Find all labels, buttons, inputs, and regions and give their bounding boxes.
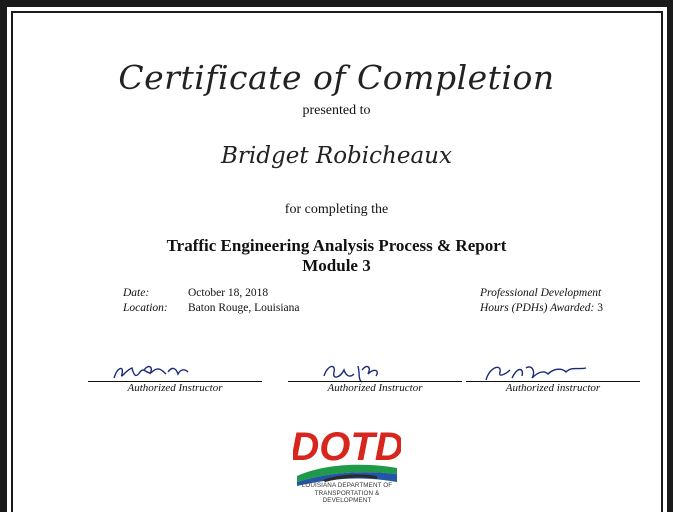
date-label: Date:: [123, 287, 150, 299]
presented-to-text: presented to: [302, 103, 371, 118]
date-location-block: Date: October 18, 2018 Location: Baton Rou…: [123, 286, 299, 316]
logo-subtitle: LOUISIANA DEPARTMENT OF TRANSPORTATION &…: [293, 482, 401, 505]
pdh-block: Professional Development Hours (PDHs) Aw…: [480, 286, 603, 316]
course-title-line1: Traffic Engineering Analysis Process & R…: [166, 236, 507, 255]
signature-1-caption: Authorized Instructor: [127, 382, 223, 394]
logo-subtitle-line1: LOUISIANA DEPARTMENT OF: [301, 482, 393, 489]
signature-3-caption: Authorized instructor: [505, 382, 601, 394]
location-value: Baton Rouge, Louisiana: [188, 302, 300, 314]
course-title: Traffic Engineering Analysis Process & R…: [0, 236, 673, 276]
signature-block-2: Authorized Instructor: [288, 362, 462, 402]
logo-subtitle-line2: TRANSPORTATION & DEVELOPMENT: [314, 489, 380, 505]
pdh-value: 3: [597, 302, 603, 314]
recipient-name: Bridget Robicheaux: [221, 143, 452, 169]
pdh-label-line2: Hours (PDHs) Awarded:: [480, 302, 595, 314]
signature-block-3: Authorized instructor: [466, 362, 640, 402]
signature-2-caption: Authorized Instructor: [327, 382, 423, 394]
pdh-label-line1: Professional Development: [480, 287, 602, 299]
location-label: Location:: [123, 302, 168, 314]
date-value: October 18, 2018: [188, 287, 269, 299]
course-module: Module 3: [302, 256, 371, 275]
for-completing-text: for completing the: [284, 202, 389, 217]
dotd-logo-text: DOTD: [293, 425, 401, 469]
certificate-title: Certificate of Completion: [118, 58, 555, 97]
signature-block-1: Authorized Instructor: [88, 362, 262, 402]
